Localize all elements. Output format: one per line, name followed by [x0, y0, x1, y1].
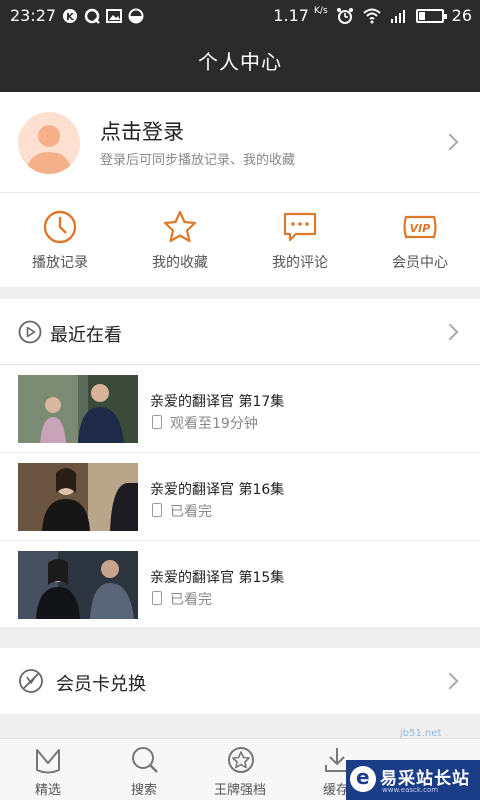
- recent-item[interactable]: 亲爱的翻译官 第15集 已看完: [0, 541, 480, 629]
- quick-action-history[interactable]: 播放记录: [0, 193, 120, 288]
- chevron-right-icon: [441, 672, 459, 690]
- video-thumbnail[interactable]: [18, 463, 138, 531]
- signal-icon: [390, 9, 405, 23]
- vip-card-icon: [19, 669, 43, 693]
- alarm-icon: [336, 7, 353, 24]
- watch-progress: 观看至19分钟: [170, 416, 258, 432]
- nav-hits[interactable]: 王牌强档: [192, 739, 288, 800]
- wifi-icon: [362, 8, 381, 23]
- avatar[interactable]: [18, 112, 80, 174]
- nav-label: 精选: [34, 783, 61, 798]
- quick-action-vip-center[interactable]: VIP 会员中心: [360, 193, 480, 288]
- star-icon: [163, 210, 197, 243]
- q-app-icon: [84, 8, 100, 24]
- half-circle-icon: [128, 8, 144, 24]
- battery-fill: [418, 11, 425, 20]
- quick-action-comments[interactable]: 我的评论: [240, 193, 360, 288]
- login-title[interactable]: 点击登录: [100, 116, 184, 146]
- video-title: 亲爱的翻译官 第16集: [150, 482, 285, 498]
- battery-icon: [415, 8, 447, 23]
- featured-icon: [36, 749, 60, 774]
- network-speed: 1.17 K/s: [273, 6, 328, 25]
- nav-label: 搜索: [130, 783, 157, 798]
- svg-text:K: K: [66, 12, 75, 23]
- video-title: 亲爱的翻译官 第17集: [150, 394, 285, 410]
- login-card[interactable]: 点击登录 登录后可同步播放记录、我的收藏: [0, 92, 480, 192]
- watermark-logo: 易采站长站 www.easck.com: [346, 760, 480, 800]
- watch-progress: 已看完: [170, 504, 212, 520]
- phone-icon: [152, 591, 162, 605]
- page-title: 个人中心: [0, 32, 480, 92]
- video-title: 亲爱的翻译官 第15集: [150, 570, 285, 586]
- quick-action-label: 我的评论: [272, 255, 328, 271]
- phone-icon: [152, 415, 162, 429]
- watermark-domain: jb51.net: [400, 728, 442, 739]
- nav-search[interactable]: 搜索: [96, 739, 192, 800]
- k-app-icon: K: [63, 9, 77, 23]
- video-thumbnail[interactable]: [18, 375, 138, 443]
- video-thumbnail[interactable]: [18, 551, 138, 619]
- default-avatar-icon: [26, 125, 72, 174]
- chevron-right-icon: [441, 323, 459, 341]
- recent-header[interactable]: 最近在看: [0, 299, 480, 365]
- quick-action-favorites[interactable]: 我的收藏: [120, 193, 240, 288]
- recent-item[interactable]: 亲爱的翻译官 第16集 已看完: [0, 453, 480, 541]
- image-icon: [106, 9, 122, 23]
- phone-icon: [152, 503, 162, 517]
- quick-action-label: 播放记录: [32, 255, 88, 271]
- status-bar: 23:27 K 1.17 K/s 26: [0, 0, 480, 32]
- easck-logo-icon: [350, 765, 376, 792]
- nav-featured[interactable]: 精选: [0, 739, 96, 800]
- clock-icon: [43, 210, 77, 244]
- recent-section: 最近在看 亲爱的翻译官 第17集 观看至19分钟 亲爱的翻译官 第16集 已看完…: [0, 299, 480, 629]
- system-icons: 1.17 K/s 26: [273, 6, 472, 25]
- vip-icon: VIP: [403, 215, 437, 239]
- status-time: 23:27: [10, 6, 57, 25]
- quick-action-label: 会员中心: [392, 255, 448, 271]
- play-circle-icon: [18, 320, 42, 344]
- watch-progress: 已看完: [170, 592, 212, 608]
- chevron-right-icon: [441, 133, 459, 151]
- watermark-url: www.easck.com: [382, 786, 439, 794]
- svg-text:VIP: VIP: [410, 222, 431, 235]
- vip-exchange-title: 会员卡兑换: [56, 674, 146, 695]
- nav-label: 王牌强档: [213, 783, 266, 798]
- battery-level: 26: [451, 6, 472, 25]
- quick-action-label: 我的收藏: [152, 255, 208, 271]
- star-badge-icon: [228, 747, 254, 773]
- notification-icons: K: [62, 8, 144, 24]
- recent-item[interactable]: 亲爱的翻译官 第17集 观看至19分钟: [0, 365, 480, 453]
- vip-card-exchange[interactable]: 会员卡兑换: [0, 648, 480, 714]
- login-subtitle: 登录后可同步播放记录、我的收藏: [100, 153, 296, 168]
- comment-icon: [283, 212, 317, 242]
- quick-actions: 播放记录 我的收藏 我的评论 VIP 会员中心: [0, 192, 480, 287]
- recent-title: 最近在看: [50, 325, 122, 346]
- search-icon: [132, 747, 158, 773]
